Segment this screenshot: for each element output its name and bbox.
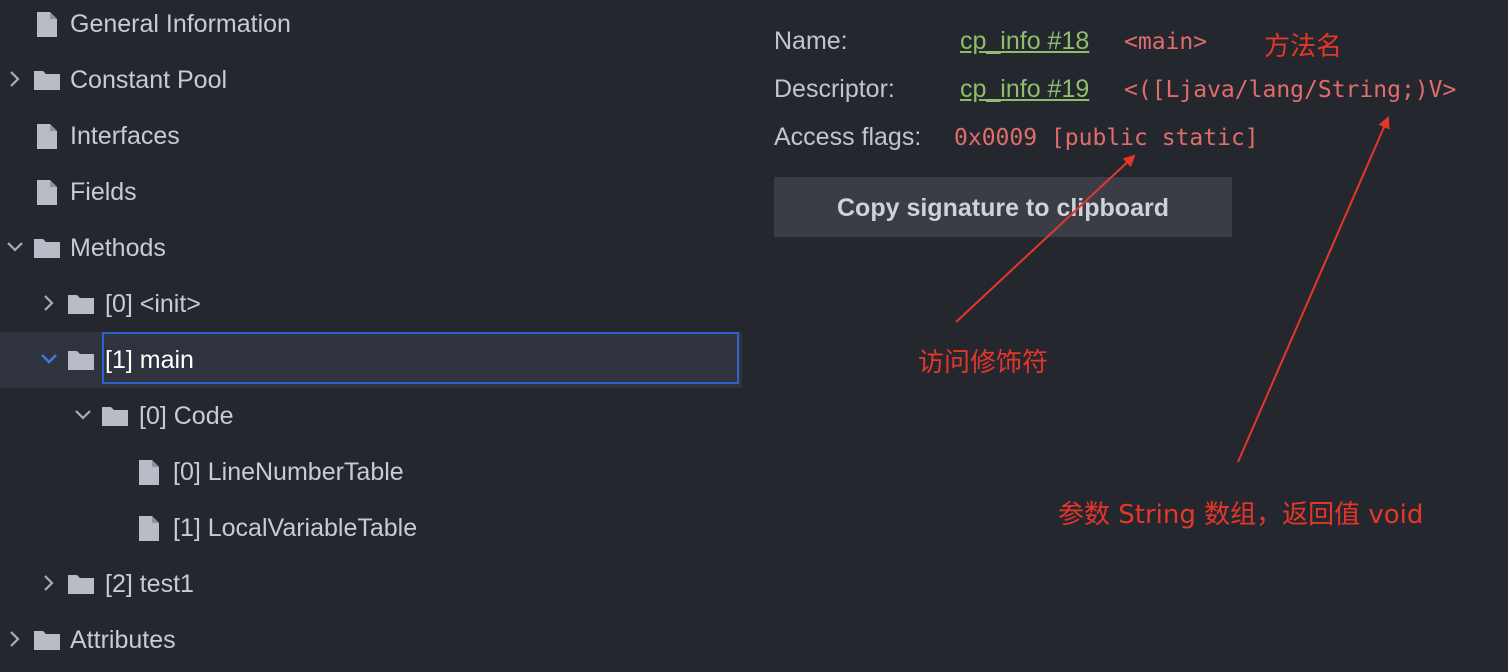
method-name-annotation: 方法名 bbox=[1264, 32, 1343, 62]
tree-item-label: [0] <init> bbox=[105, 290, 201, 318]
tree-item-label: General Information bbox=[70, 10, 291, 38]
tree-item-fields[interactable]: Fields bbox=[0, 164, 742, 220]
chevron-right-icon[interactable] bbox=[38, 572, 60, 594]
descriptor-label: Descriptor: bbox=[774, 75, 895, 103]
tree-item-attributes[interactable]: Attributes bbox=[0, 612, 742, 668]
tree-item-label: Fields bbox=[70, 178, 137, 206]
chevron-down-icon[interactable] bbox=[38, 348, 60, 370]
file-icon bbox=[134, 457, 164, 487]
tree-item-label: [0] Code bbox=[139, 402, 234, 430]
descriptor-value: <([Ljava/lang/String;)V> bbox=[1124, 77, 1457, 103]
method-details-panel: Name: cp_info #18 <main> Descriptor: cp_… bbox=[742, 0, 1508, 672]
tree-item-methods[interactable]: Methods bbox=[0, 220, 742, 276]
tree-item-local-variable-table[interactable]: [1] LocalVariableTable bbox=[0, 500, 742, 556]
folder-icon bbox=[66, 289, 96, 319]
tree-item-line-number-table[interactable]: [0] LineNumberTable bbox=[0, 444, 742, 500]
tree-item-label: [1] LocalVariableTable bbox=[173, 514, 418, 542]
chevron-right-icon[interactable] bbox=[4, 68, 26, 90]
structure-tree: General Information Constant Pool Interf… bbox=[0, 0, 742, 672]
folder-icon bbox=[100, 401, 130, 431]
folder-icon bbox=[32, 233, 62, 263]
class-file-viewer: General Information Constant Pool Interf… bbox=[0, 0, 1508, 672]
folder-icon bbox=[32, 625, 62, 655]
copy-signature-button[interactable]: Copy signature to clipboard bbox=[774, 177, 1232, 237]
folder-icon bbox=[32, 65, 62, 95]
tree-item-method-init[interactable]: [0] <init> bbox=[0, 276, 742, 332]
folder-icon bbox=[66, 569, 96, 599]
chevron-down-icon[interactable] bbox=[4, 236, 26, 258]
name-cp-info-link[interactable]: cp_info #18 bbox=[960, 27, 1089, 56]
params-return-annotation: 参数 String 数组，返回值 void bbox=[1058, 500, 1424, 530]
access-flags-value: 0x0009 [public static] bbox=[954, 125, 1259, 151]
tree-item-label: Interfaces bbox=[70, 122, 180, 150]
chevron-down-icon[interactable] bbox=[72, 404, 94, 426]
chevron-right-icon[interactable] bbox=[4, 628, 26, 650]
tree-item-method-test1[interactable]: [2] test1 bbox=[0, 556, 742, 612]
tree-item-constant-pool[interactable]: Constant Pool bbox=[0, 52, 742, 108]
selection-focus-border bbox=[102, 332, 739, 384]
tree-item-general-information[interactable]: General Information bbox=[0, 0, 742, 52]
tree-item-label: [0] LineNumberTable bbox=[173, 458, 404, 486]
tree-item-label: Constant Pool bbox=[70, 66, 228, 94]
chevron-right-icon[interactable] bbox=[38, 292, 60, 314]
tree-item-code[interactable]: [0] Code bbox=[0, 388, 742, 444]
tree-item-label: Methods bbox=[70, 234, 166, 262]
file-icon bbox=[32, 121, 62, 151]
file-icon bbox=[134, 513, 164, 543]
access-modifier-annotation: 访问修饰符 bbox=[918, 348, 1049, 378]
folder-icon bbox=[66, 345, 96, 375]
name-value: <main> bbox=[1124, 29, 1208, 55]
tree-item-interfaces[interactable]: Interfaces bbox=[0, 108, 742, 164]
tree-item-label: Attributes bbox=[70, 626, 176, 654]
descriptor-cp-info-link[interactable]: cp_info #19 bbox=[960, 75, 1089, 104]
file-icon bbox=[32, 177, 62, 207]
name-label: Name: bbox=[774, 27, 848, 55]
file-icon bbox=[32, 9, 62, 39]
access-flags-label: Access flags: bbox=[774, 123, 922, 151]
tree-item-label: [2] test1 bbox=[105, 570, 194, 598]
